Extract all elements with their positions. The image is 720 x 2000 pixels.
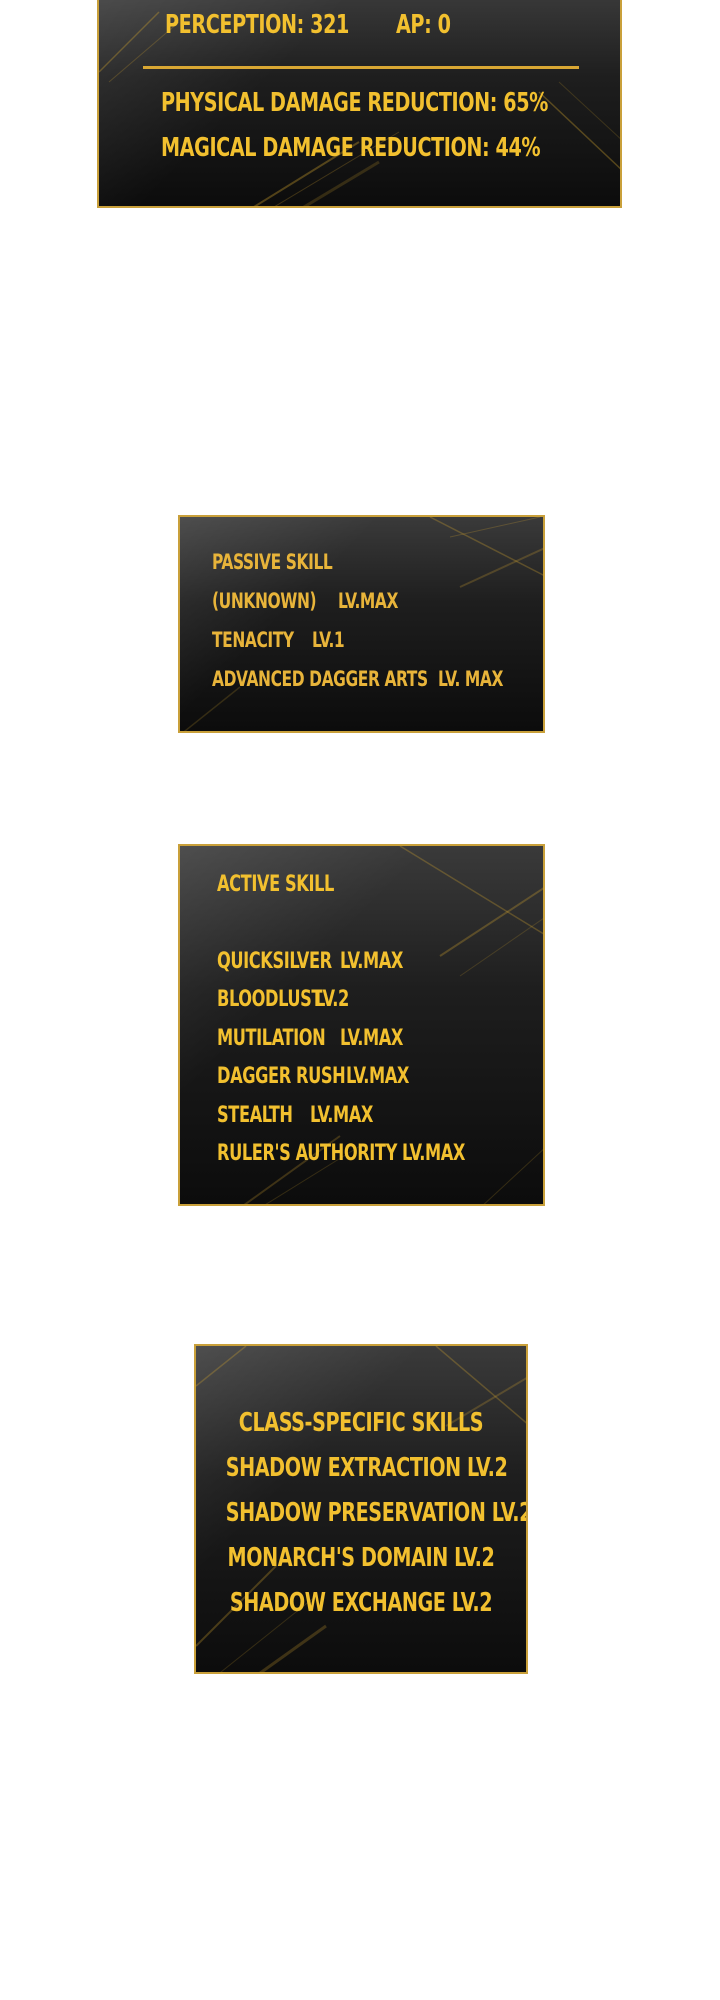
active-skill-panel: ACTIVE SKILL QUICKSILVER LV.MAX BLOODLUS… [178,844,545,1206]
active-skill-level: LV.2 [315,987,349,1012]
class-skill-item: MONARCH'S DOMAIN LV.2 [227,1543,495,1573]
active-skill-level: LV.MAX [340,949,404,974]
physical-reduction-stat: PHYSICAL DAMAGE REDUCTION: 65% [161,88,548,118]
passive-skill-name: (UNKNOWN) [212,589,317,613]
active-skill-name: STEALTH [217,1103,293,1128]
class-skill-item: SHADOW PRESERVATION LV.2 [225,1498,528,1528]
active-skill-level: LV.MAX [346,1064,410,1089]
class-skill-item: SHADOW EXCHANGE LV.2 [229,1588,493,1618]
class-skill-title: CLASS-SPECIFIC SKILLS [238,1408,484,1438]
passive-skill-level: LV. MAX [438,667,504,691]
active-skill-level: LV.MAX [402,1141,466,1166]
active-skill-title: ACTIVE SKILL [217,872,334,897]
passive-skill-level: LV.1 [312,628,345,652]
active-skill-name: QUICKSILVER [217,949,332,974]
active-skill-name: BLOODLUST [217,987,323,1012]
stats-panel: PERCEPTION: 321 AP: 0 PHYSICAL DAMAGE RE… [97,0,622,208]
magical-reduction-stat: MAGICAL DAMAGE REDUCTION: 44% [161,133,541,163]
passive-skill-name: TENACITY [212,628,294,652]
perception-stat: PERCEPTION: 321 [165,10,349,40]
passive-skill-title: PASSIVE SKILL [212,550,333,574]
active-skill-level: LV.MAX [340,1026,404,1051]
ap-stat: AP: 0 [396,10,451,40]
class-skill-panel: CLASS-SPECIFIC SKILLS SHADOW EXTRACTION … [194,1344,528,1674]
passive-skill-panel: PASSIVE SKILL (UNKNOWN) LV.MAX TENACITY … [178,515,545,733]
active-skill-name: MUTILATION [217,1026,326,1051]
passive-skill-level: LV.MAX [338,589,399,613]
class-skill-item: SHADOW EXTRACTION LV.2 [225,1453,508,1483]
divider [143,66,579,69]
passive-skill-name: ADVANCED DAGGER ARTS [212,667,428,691]
active-skill-name: DAGGER RUSH [217,1064,346,1089]
active-skill-level: LV.MAX [310,1103,374,1128]
active-skill-name: RULER'S AUTHORITY [217,1141,397,1166]
